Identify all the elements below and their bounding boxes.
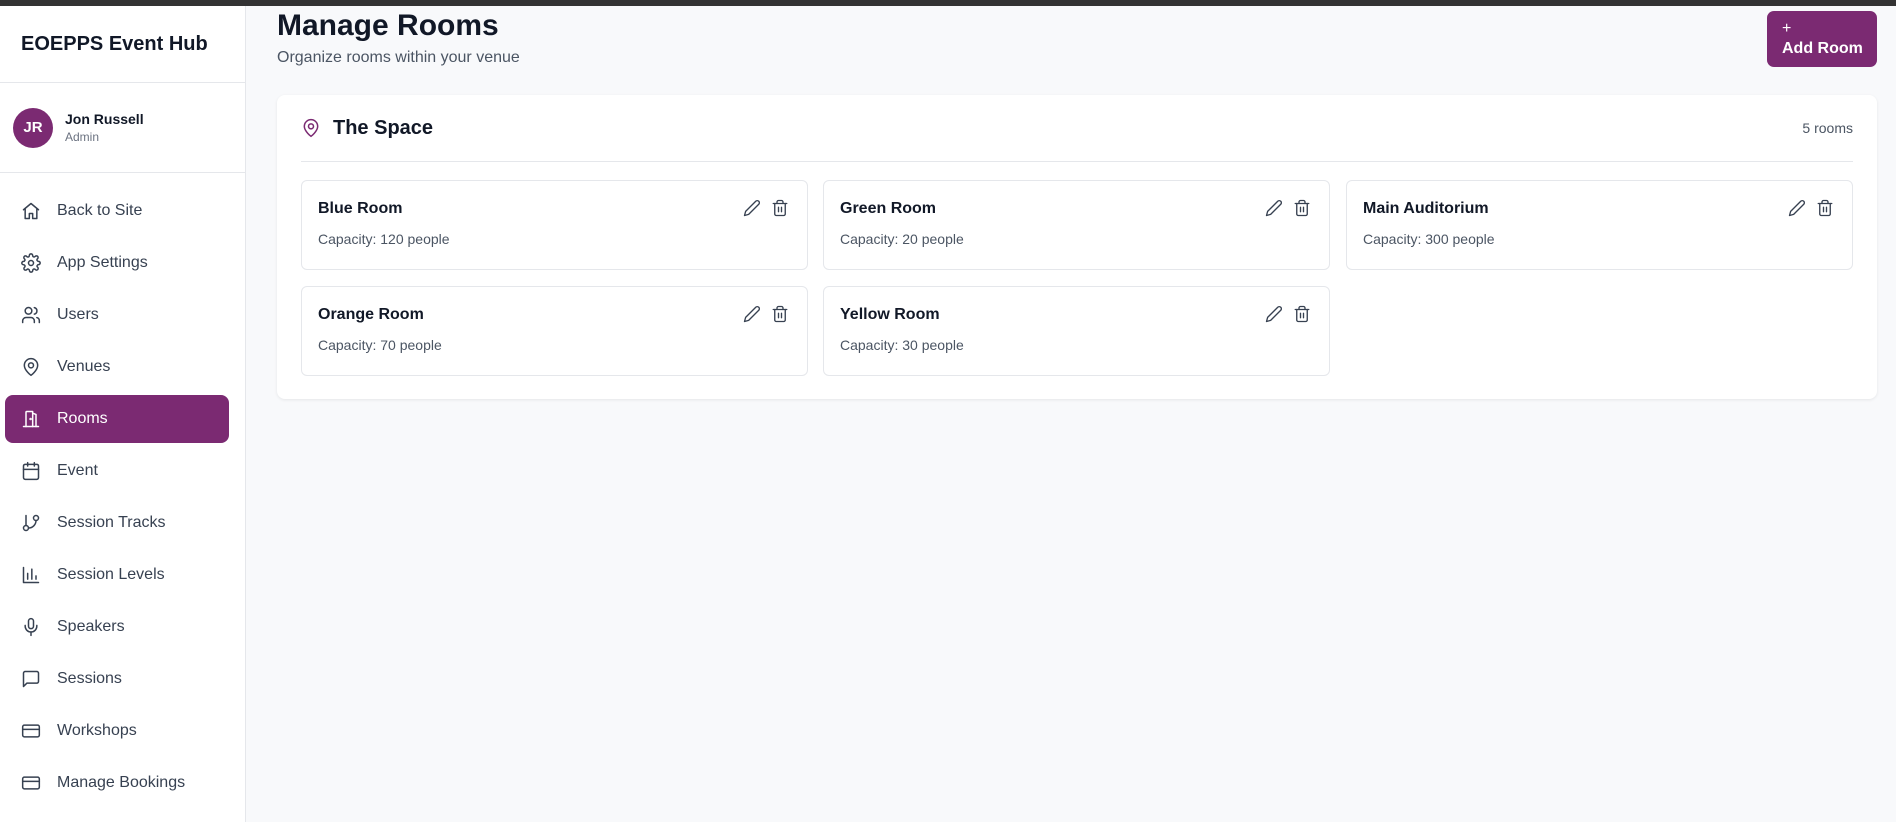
avatar: JR bbox=[13, 107, 53, 148]
trash-icon[interactable] bbox=[1816, 199, 1834, 217]
users-icon bbox=[21, 305, 41, 325]
sidebar-item-label: Users bbox=[57, 306, 99, 323]
trash-icon[interactable] bbox=[1293, 199, 1311, 217]
edit-icon[interactable] bbox=[743, 199, 761, 217]
sidebar-item-label: Event bbox=[57, 462, 98, 479]
sidebar-item-label: Speakers bbox=[57, 618, 125, 635]
room-card: Green Room Capacity: 20 people bbox=[823, 180, 1330, 270]
sidebar-item-label: Sessions bbox=[57, 670, 122, 687]
sidebar-item-session-levels[interactable]: Session Levels bbox=[5, 551, 229, 599]
room-name: Orange Room bbox=[318, 306, 424, 323]
user-profile: JR Jon Russell Admin bbox=[0, 83, 245, 173]
sidebar-item-manage-bookings[interactable]: Manage Bookings bbox=[5, 759, 229, 807]
add-room-button[interactable]: + Add Room bbox=[1767, 11, 1877, 67]
sidebar-item-speakers[interactable]: Speakers bbox=[5, 603, 229, 651]
sidebar-item-label: Back to Site bbox=[57, 202, 143, 219]
sidebar-item-label: Rooms bbox=[57, 410, 108, 427]
gear-icon bbox=[21, 253, 41, 273]
room-capacity: Capacity: 120 people bbox=[318, 231, 450, 247]
sidebar-item-sessions[interactable]: Sessions bbox=[5, 655, 229, 703]
trash-icon[interactable] bbox=[1293, 305, 1311, 323]
sidebar-nav: Back to Site App Settings Users Venues R… bbox=[0, 173, 245, 807]
sidebar-item-label: Session Levels bbox=[57, 566, 165, 583]
trash-icon[interactable] bbox=[771, 305, 789, 323]
chat-bubble-icon bbox=[21, 669, 41, 689]
room-name: Main Auditorium bbox=[1363, 200, 1489, 217]
edit-icon[interactable] bbox=[1265, 199, 1283, 217]
sidebar-item-label: Manage Bookings bbox=[57, 774, 186, 791]
room-card: Orange Room Capacity: 70 people bbox=[301, 286, 808, 376]
room-capacity: Capacity: 70 people bbox=[318, 337, 442, 353]
page-subtitle: Organize rooms within your venue bbox=[277, 49, 520, 66]
sidebar: EOEPPS Event Hub JR Jon Russell Admin Ba… bbox=[0, 6, 246, 822]
plus-icon: + bbox=[1782, 19, 1792, 37]
room-card: Blue Room Capacity: 120 people bbox=[301, 180, 808, 270]
edit-icon[interactable] bbox=[1788, 199, 1806, 217]
user-name: Jon Russell bbox=[65, 111, 144, 127]
sidebar-item-session-tracks[interactable]: Session Tracks bbox=[5, 499, 229, 547]
microphone-icon bbox=[21, 617, 41, 637]
venue-name: The Space bbox=[333, 116, 434, 139]
sidebar-item-rooms[interactable]: Rooms bbox=[5, 395, 229, 443]
sidebar-item-label: Session Tracks bbox=[57, 514, 166, 531]
sidebar-item-app-settings[interactable]: App Settings bbox=[5, 239, 229, 287]
room-count: 5 rooms bbox=[1802, 120, 1853, 136]
room-capacity: Capacity: 30 people bbox=[840, 337, 964, 353]
git-branch-icon bbox=[21, 513, 41, 533]
door-icon bbox=[21, 409, 41, 429]
edit-icon[interactable] bbox=[1265, 305, 1283, 323]
room-name: Blue Room bbox=[318, 200, 403, 217]
sidebar-item-label: App Settings bbox=[57, 254, 148, 271]
sidebar-item-event[interactable]: Event bbox=[5, 447, 229, 495]
card-icon bbox=[21, 721, 41, 741]
room-name: Green Room bbox=[840, 200, 937, 217]
sidebar-item-venues[interactable]: Venues bbox=[5, 343, 229, 391]
sidebar-item-workshops[interactable]: Workshops bbox=[5, 707, 229, 755]
map-pin-icon bbox=[301, 118, 321, 138]
home-icon bbox=[21, 201, 41, 221]
sidebar-item-back-to-site[interactable]: Back to Site bbox=[5, 187, 229, 235]
room-capacity: Capacity: 300 people bbox=[1363, 231, 1495, 247]
add-room-label: Add Room bbox=[1782, 39, 1863, 57]
sidebar-item-label: Venues bbox=[57, 358, 111, 375]
room-capacity: Capacity: 20 people bbox=[840, 231, 964, 247]
sidebar-item-users[interactable]: Users bbox=[5, 291, 229, 339]
map-pin-icon bbox=[21, 357, 41, 377]
calendar-icon bbox=[21, 461, 41, 481]
main-content: Manage Rooms Organize rooms within your … bbox=[247, 6, 1896, 822]
venue-header: The Space 5 rooms bbox=[301, 95, 1853, 162]
venue-card: The Space 5 rooms Blue Room Capacity: 12… bbox=[277, 95, 1877, 399]
bar-chart-icon bbox=[21, 565, 41, 585]
room-card: Yellow Room Capacity: 30 people bbox=[823, 286, 1330, 376]
edit-icon[interactable] bbox=[743, 305, 761, 323]
card-icon bbox=[21, 773, 41, 793]
sidebar-item-label: Workshops bbox=[57, 722, 137, 739]
room-card: Main Auditorium Capacity: 300 people bbox=[1346, 180, 1853, 270]
trash-icon[interactable] bbox=[771, 199, 789, 217]
user-role: Admin bbox=[65, 130, 100, 144]
app-brand: EOEPPS Event Hub bbox=[0, 6, 245, 83]
room-name: Yellow Room bbox=[840, 306, 940, 323]
page-title: Manage Rooms bbox=[277, 9, 499, 42]
